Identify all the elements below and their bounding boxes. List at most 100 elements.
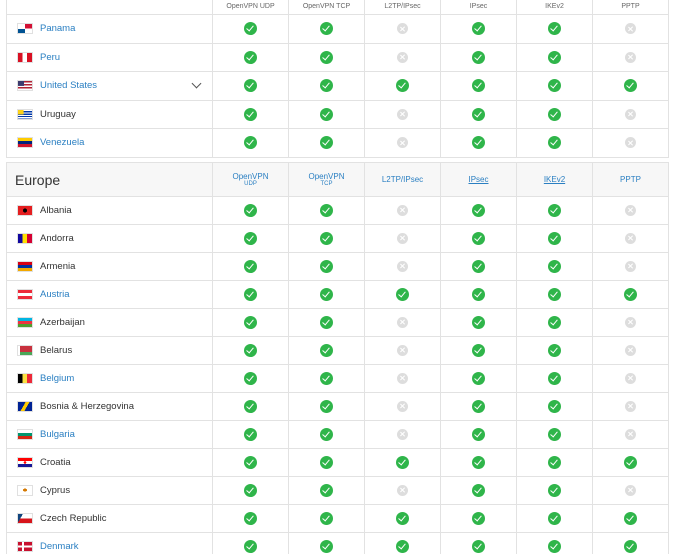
protocol-status-cell [440,14,517,44]
protocol-status-cell [592,504,669,533]
protocol-header: OpenVPN UDP [212,0,289,15]
protocol-status-cell [212,99,289,129]
check-circle-icon [548,371,561,385]
protocol-status-cell [592,364,669,393]
country-link[interactable]: Peru [40,52,60,63]
protocol-status-cell [440,252,517,281]
protocol-header: L2TP/IPsec [364,0,441,15]
protocol-status-cell [364,224,441,253]
table-row: Czech Republic [6,504,669,533]
protocol-status-cell [288,71,365,101]
united-states-flag-icon [17,80,33,92]
country-name: Belarus [40,345,73,356]
protocol-status-cell [288,196,365,225]
country-link[interactable]: Austria [40,289,70,300]
check-circle-icon [472,371,485,385]
header-l2tp-ipsec[interactable]: L2TP/IPsec [364,162,441,197]
protocol-status-cell [516,224,593,253]
country-link[interactable]: Denmark [40,541,79,552]
check-circle-icon [244,107,257,121]
country-link[interactable]: United States [40,80,97,91]
header-openvpn-tcp[interactable]: OpenVPN TCP [288,162,365,197]
check-circle-icon [472,50,485,64]
country-link[interactable]: Belgium [40,373,74,384]
country-cell: Peru [6,42,213,72]
country-link[interactable]: Bulgaria [40,429,75,440]
check-circle-icon [624,287,637,301]
protocol-status-cell [440,532,517,554]
protocol-status-cell [212,14,289,44]
protocol-status-cell [212,364,289,393]
check-circle-icon [244,511,257,525]
check-circle-icon [548,287,561,301]
croatia-flag-icon [17,457,33,468]
protocol-status-cell [516,504,593,533]
check-circle-icon [244,455,257,469]
country-name: Cyprus [40,485,71,496]
azerbaijan-flag-icon [17,317,33,328]
table-row: Uruguay [6,99,669,129]
country-cell: Bosnia & Herzegovina [6,392,213,421]
protocol-status-cell [592,280,669,309]
check-circle-icon [320,455,333,469]
check-circle-icon [244,399,257,413]
protocol-status-cell [288,364,365,393]
country-link[interactable]: Panama [40,23,75,34]
europe-header-row: Europe OpenVPN UDP OpenVPN TCP L2TP/IPsec … [6,162,669,197]
protocol-status-cell [592,448,669,477]
protocol-status-cell [592,476,669,505]
protocol-status-cell [516,14,593,44]
check-circle-icon [472,107,485,121]
header-pptp[interactable]: PPTP [592,162,669,197]
protocol-status-cell [440,99,517,129]
protocol-status-cell [440,128,517,158]
check-circle-icon [396,79,409,93]
chevron-down-icon[interactable] [191,78,202,89]
protocol-status-cell [364,14,441,44]
venezuela-flag-icon [17,137,33,149]
x-circle-icon [397,428,408,440]
protocol-status-cell [288,42,365,72]
protocol-status-cell [364,532,441,554]
protocol-status-cell [212,308,289,337]
header-ipsec[interactable]: IPsec [440,162,517,197]
check-circle-icon [472,315,485,329]
protocol-status-cell [212,392,289,421]
country-name: Armenia [40,261,76,272]
protocol-status-cell [288,448,365,477]
x-circle-icon [625,484,636,496]
check-circle-icon [472,483,485,497]
check-circle-icon [624,79,637,93]
protocol-status-cell [288,336,365,365]
x-circle-icon [397,232,408,244]
x-circle-icon [397,400,408,412]
protocol-status-cell [212,476,289,505]
protocol-status-cell [212,280,289,309]
protocol-status-cell [288,504,365,533]
check-circle-icon [244,343,257,357]
protocol-status-cell [288,128,365,158]
country-name: Czech Republic [40,513,107,524]
check-circle-icon [244,22,257,36]
protocol-status-cell [212,448,289,477]
table-row: Austria [6,280,669,309]
header-openvpn-udp[interactable]: OpenVPN UDP [212,162,289,197]
table-row: Bulgaria [6,420,669,449]
cyprus-flag-icon [17,485,33,496]
check-circle-icon [548,315,561,329]
check-circle-icon [548,511,561,525]
check-circle-icon [548,455,561,469]
check-circle-icon [548,50,561,64]
protocol-status-cell [364,420,441,449]
country-link[interactable]: Venezuela [40,137,84,148]
check-circle-icon [244,203,257,217]
check-circle-icon [472,136,485,150]
check-circle-icon [548,107,561,121]
check-circle-icon [548,427,561,441]
table-row: Armenia [6,252,669,281]
table-row: Bosnia & Herzegovina [6,392,669,421]
check-circle-icon [320,427,333,441]
header-ikev2[interactable]: IKEv2 [516,162,593,197]
check-circle-icon [548,22,561,36]
check-circle-icon [472,203,485,217]
